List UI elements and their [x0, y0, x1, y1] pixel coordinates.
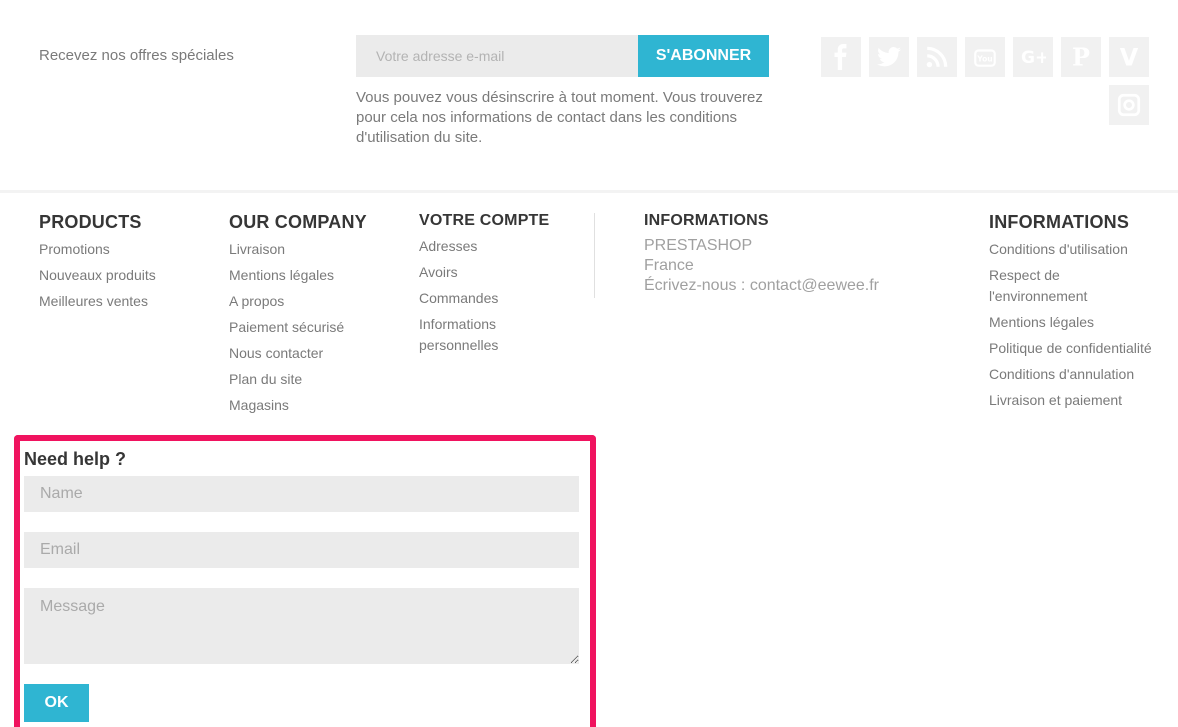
store-info-column: INFORMATIONS PRESTASHOP France Écrivez-n… — [644, 212, 944, 296]
info-links-heading: INFORMATIONS — [989, 212, 1130, 232]
rss-icon[interactable] — [917, 37, 957, 77]
help-submit-button[interactable]: OK — [24, 684, 89, 722]
footer-link[interactable]: Nous contacter — [229, 343, 399, 364]
footer-link[interactable]: Nouveaux produits — [39, 265, 209, 286]
svg-text:P: P — [1072, 44, 1090, 70]
products-column: PRODUCTS Promotions Nouveaux produits Me… — [39, 212, 209, 317]
svg-text:G+: G+ — [1021, 48, 1046, 68]
social-links: You G+ P V — [817, 37, 1149, 125]
newsletter-form: S'ABONNER — [356, 35, 769, 77]
footer-link[interactable]: Avoirs — [419, 262, 569, 283]
footer-link[interactable]: Informations personnelles — [419, 314, 569, 356]
youtube-icon[interactable]: You — [965, 37, 1005, 77]
account-column: VOTRE COMPTE Adresses Avoirs Commandes I… — [419, 212, 569, 361]
footer-link[interactable]: Livraison et paiement — [989, 390, 1159, 411]
footer-link[interactable]: Politique de confidentialité — [989, 338, 1159, 359]
footer-link[interactable]: Mentions légales — [229, 265, 399, 286]
newsletter-email-input[interactable] — [356, 35, 638, 77]
pinterest-icon[interactable]: P — [1061, 37, 1101, 77]
company-heading: OUR COMPANY — [229, 212, 367, 232]
company-column: OUR COMPANY Livraison Mentions légales A… — [229, 212, 399, 421]
subscribe-button[interactable]: S'ABONNER — [638, 35, 769, 77]
googleplus-icon[interactable]: G+ — [1013, 37, 1053, 77]
footer-link[interactable]: Mentions légales — [989, 312, 1159, 333]
footer-link[interactable]: Respect de l'environnement — [989, 265, 1159, 307]
footer-link[interactable]: Conditions d'utilisation — [989, 239, 1159, 260]
footer-link[interactable]: A propos — [229, 291, 399, 312]
footer-divider — [0, 190, 1178, 193]
help-form: Need help ? OK — [14, 435, 596, 727]
svg-text:You: You — [976, 54, 992, 63]
info-links-column: INFORMATIONS Conditions d'utilisation Re… — [989, 212, 1159, 416]
account-heading: VOTRE COMPTE — [419, 212, 550, 229]
products-heading: PRODUCTS — [39, 212, 142, 232]
footer-link[interactable]: Promotions — [39, 239, 209, 260]
help-message-input[interactable] — [24, 588, 579, 664]
footer-link[interactable]: Conditions d'annulation — [989, 364, 1159, 385]
footer-link[interactable]: Magasins — [229, 395, 399, 416]
help-email-input[interactable] — [24, 532, 579, 568]
footer-link[interactable]: Meilleures ventes — [39, 291, 209, 312]
twitter-icon[interactable] — [869, 37, 909, 77]
facebook-icon[interactable] — [821, 37, 861, 77]
svg-text:V: V — [1120, 44, 1139, 70]
instagram-icon[interactable] — [1109, 85, 1149, 125]
footer-link[interactable]: Adresses — [419, 236, 569, 257]
store-country: France — [644, 257, 694, 274]
footer-link[interactable]: Plan du site — [229, 369, 399, 390]
help-title: Need help ? — [24, 449, 127, 469]
store-info-heading: INFORMATIONS — [644, 212, 769, 229]
column-separator — [594, 213, 595, 298]
footer-link[interactable]: Commandes — [419, 288, 569, 309]
store-name: PRESTASHOP — [644, 237, 753, 254]
footer-link[interactable]: Paiement sécurisé — [229, 317, 399, 338]
newsletter-label: Recevez nos offres spéciales — [39, 47, 234, 64]
newsletter-note: Vous pouvez vous désinscrire à tout mome… — [356, 89, 763, 146]
vimeo-icon[interactable]: V — [1109, 37, 1149, 77]
help-name-input[interactable] — [24, 476, 579, 512]
store-contact[interactable]: Écrivez-nous : contact@eewee.fr — [644, 276, 944, 296]
footer-link[interactable]: Livraison — [229, 239, 399, 260]
